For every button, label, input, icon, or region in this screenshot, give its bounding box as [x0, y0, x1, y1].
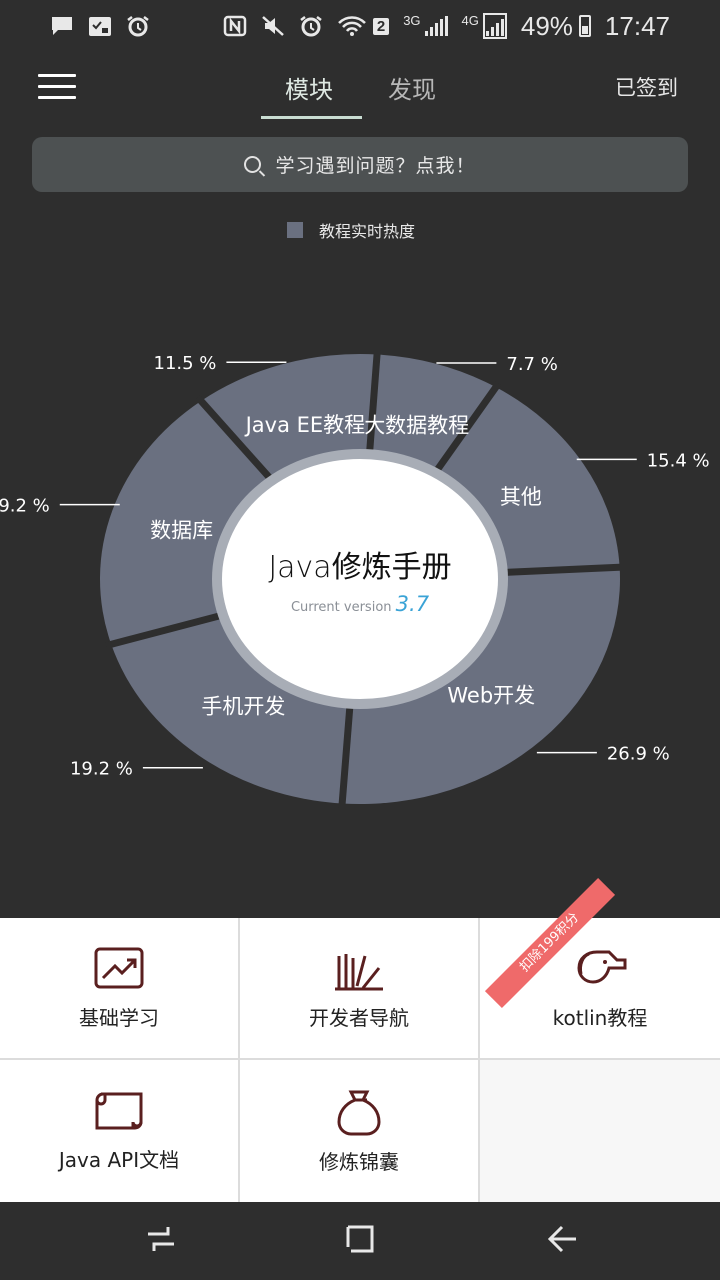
dog-icon [577, 950, 627, 984]
signal-4g-icon [482, 13, 507, 39]
slice-label-other: 其他 [500, 485, 542, 509]
grid-item-dev-nav[interactable]: 开发者导航 [240, 918, 478, 1058]
grid-item-basics[interactable]: 基础学习 [0, 918, 238, 1058]
grid-item-label: 修炼锦囊 [319, 1150, 399, 1174]
slice-label-database: 数据库 [150, 519, 213, 543]
tab-discover[interactable]: 发现 [388, 70, 436, 105]
search-icon [244, 156, 262, 173]
slice-value-database: 19.2 % [0, 496, 50, 517]
system-nav-bar [0, 1202, 720, 1280]
grid-item-label: kotlin教程 [552, 1006, 648, 1030]
net-3g-label: 3G [403, 12, 421, 28]
grid-item-java-api[interactable]: Java API文档 [0, 1060, 238, 1202]
module-grid: 基础学习 开发者导航 kotlin教程 Java API文档 修炼锦囊 [0, 918, 720, 1202]
clock: 17:47 [604, 10, 670, 41]
search-bar[interactable]: 学习遇到问题？点我！ [32, 137, 688, 192]
trend-chart-icon [94, 947, 144, 989]
chart-legend: 教程实时热度 [287, 218, 415, 242]
alarm-icon [127, 16, 149, 37]
pie-chart: Web开发 26.9 % 手机开发 19.2 % 数据库 19.2 % Java EE教程 1… [0, 240, 720, 920]
legend-swatch [287, 222, 303, 238]
app-bar: 模块 发现 已签到 [0, 52, 720, 120]
mute-icon [262, 16, 284, 36]
back-icon[interactable] [546, 1222, 580, 1256]
recent-apps-icon[interactable] [144, 1222, 178, 1256]
hamburger-menu-icon[interactable] [38, 74, 76, 100]
status-right: 2 3G 4G 49% 17:47 [223, 11, 670, 42]
tab-modules[interactable]: 模块 [285, 70, 333, 105]
slice-label-big-data: 大数据教程 [364, 414, 469, 438]
battery-percent: 49% [520, 10, 573, 41]
slice-label-web-dev: Web开发 [447, 683, 535, 707]
signal-3g-icon [424, 16, 448, 36]
pouch-icon [337, 1090, 381, 1136]
slice-label-java-ee: Java EE教程 [244, 413, 366, 437]
grid-item-tips[interactable]: 修炼锦囊 [240, 1060, 478, 1202]
grid-item-label: Java API文档 [58, 1148, 180, 1172]
home-icon[interactable] [343, 1222, 377, 1256]
slice-value-big-data: 7.7 % [506, 354, 557, 375]
alarm-icon [300, 16, 322, 37]
status-bar: 2 3G 4G 49% 17:47 [0, 0, 720, 52]
search-placeholder: 学习遇到问题？点我！ [275, 155, 476, 177]
scroll-icon [95, 1092, 143, 1130]
slice-value-web-dev: 26.9 % [607, 744, 670, 765]
grid-item-label: 开发者导航 [309, 1006, 409, 1030]
pie-chart-svg: Web开发 26.9 % 手机开发 19.2 % 数据库 19.2 % Java EE教程 1… [0, 349, 710, 809]
sim-2-icon: 2 [372, 17, 390, 35]
calendar-check-icon [89, 17, 111, 36]
center-title: Java修炼手册 [268, 550, 451, 585]
books-icon [335, 954, 383, 991]
status-left [50, 15, 150, 37]
grid-item-empty [480, 1060, 720, 1202]
active-tab-indicator [261, 116, 362, 119]
signed-in-button[interactable]: 已签到 [615, 72, 678, 102]
slice-value-mobile-dev: 19.2 % [70, 759, 133, 780]
grid-item-label: 基础学习 [79, 1006, 159, 1030]
net-4g-label: 4G [461, 12, 479, 28]
slice-label-mobile-dev: 手机开发 [201, 695, 285, 719]
slice-value-other: 15.4 % [647, 450, 710, 471]
wifi-icon [337, 16, 366, 36]
slice-value-java-ee: 11.5 % [154, 353, 217, 374]
battery-icon [578, 15, 591, 37]
legend-label: 教程实时热度 [319, 222, 416, 241]
chat-icon [52, 17, 72, 35]
nfc-icon [223, 15, 247, 37]
